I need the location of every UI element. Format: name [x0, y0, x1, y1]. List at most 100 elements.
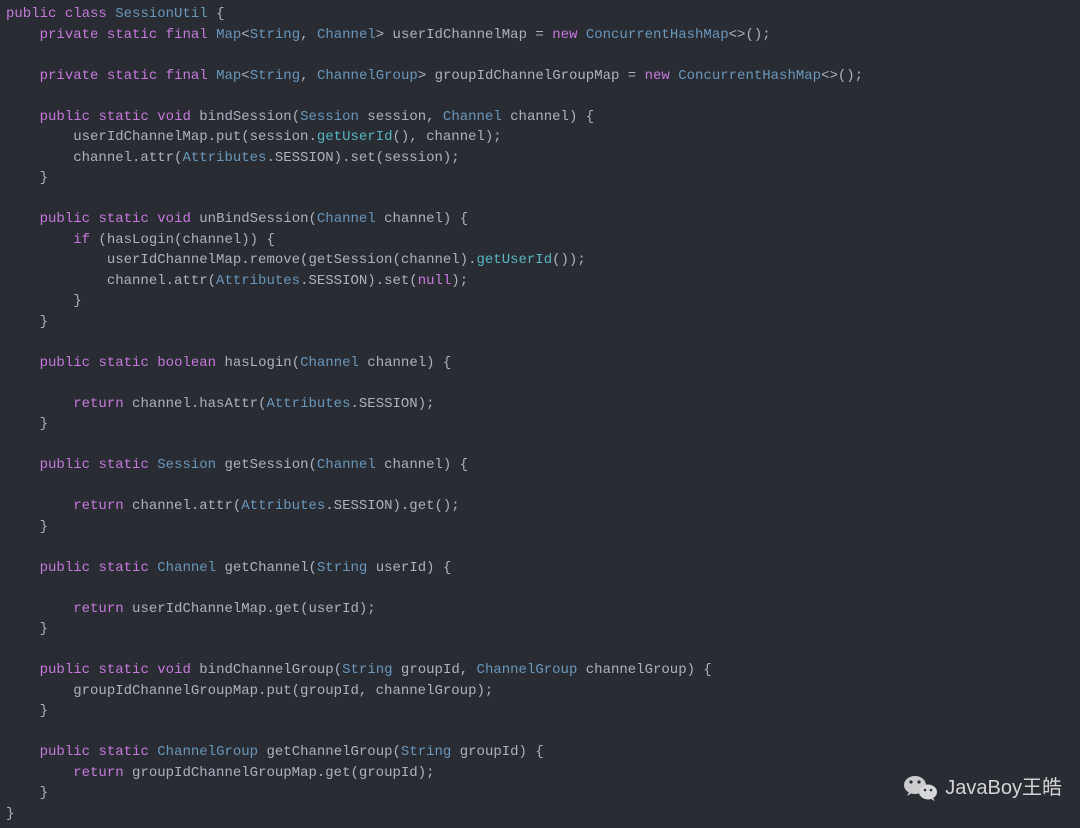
token-plain: [149, 662, 157, 678]
token-plain: [6, 601, 73, 617]
token-plain: [6, 211, 40, 227]
token-method: getUserId: [476, 252, 552, 268]
token-kw: final: [166, 68, 208, 84]
token-type: String: [317, 560, 367, 576]
token-plain: [6, 765, 73, 781]
token-plain: channel.attr(: [124, 498, 242, 514]
token-plain: bindSession(: [191, 109, 300, 125]
token-kw: return: [73, 765, 123, 781]
token-kw: static: [98, 560, 148, 576]
token-plain: [6, 662, 40, 678]
token-kw: public: [40, 662, 90, 678]
token-kw: static: [98, 457, 148, 473]
token-kw: return: [73, 601, 123, 617]
token-plain: [670, 68, 678, 84]
token-kw: null: [418, 273, 452, 289]
token-plain: [6, 232, 73, 248]
token-kw: static: [98, 744, 148, 760]
wechat-icon: [903, 773, 939, 803]
token-type: Attributes: [216, 273, 300, 289]
token-plain: [149, 211, 157, 227]
token-kw: static: [98, 211, 148, 227]
token-plain: groupIdChannelGroupMap.get(groupId);: [124, 765, 435, 781]
token-plain: }: [6, 519, 48, 535]
token-plain: }: [6, 314, 48, 330]
token-kw: void: [157, 211, 191, 227]
token-plain: > groupIdChannelGroupMap =: [418, 68, 645, 84]
token-plain: ());: [552, 252, 586, 268]
token-kw: final: [166, 27, 208, 43]
token-plain: [6, 355, 40, 371]
token-kw: public: [40, 109, 90, 125]
token-plain: [6, 396, 73, 412]
token-plain: {: [208, 6, 225, 22]
token-kw: public: [40, 457, 90, 473]
token-plain: > userIdChannelMap =: [376, 27, 552, 43]
token-plain: channel) {: [502, 109, 594, 125]
token-plain: [98, 68, 106, 84]
token-kw: new: [552, 27, 577, 43]
token-type: SessionUtil: [115, 6, 207, 22]
token-type: Channel: [300, 355, 359, 371]
token-type: Session: [157, 457, 216, 473]
token-plain: [6, 68, 40, 84]
token-plain: <>();: [821, 68, 863, 84]
token-type: Attributes: [241, 498, 325, 514]
token-kw: return: [73, 498, 123, 514]
token-plain: }: [6, 703, 48, 719]
token-kw: static: [98, 355, 148, 371]
token-plain: [157, 27, 165, 43]
token-type: Channel: [317, 457, 376, 473]
token-plain: [149, 355, 157, 371]
token-kw: public: [40, 744, 90, 760]
token-plain: groupId,: [393, 662, 477, 678]
token-kw: static: [107, 27, 157, 43]
token-plain: channelGroup) {: [577, 662, 711, 678]
token-plain: .SESSION).set(: [300, 273, 418, 289]
token-method: getUserId: [317, 129, 393, 145]
token-kw: return: [73, 396, 123, 412]
token-plain: <>();: [729, 27, 771, 43]
token-kw: static: [98, 109, 148, 125]
token-plain: channel.attr(: [6, 150, 182, 166]
token-plain: [6, 27, 40, 43]
token-kw: void: [157, 662, 191, 678]
token-plain: groupIdChannelGroupMap.put(groupId, chan…: [6, 683, 493, 699]
token-kw: private: [40, 68, 99, 84]
watermark-text: JavaBoy王皓: [945, 778, 1062, 799]
token-plain: [6, 744, 40, 760]
watermark: JavaBoy王皓: [903, 773, 1062, 803]
token-plain: [149, 560, 157, 576]
token-kw: public: [40, 211, 90, 227]
token-type: Channel: [157, 560, 216, 576]
token-plain: channel.hasAttr(: [124, 396, 267, 412]
token-kw: public: [40, 560, 90, 576]
token-plain: }: [6, 785, 48, 801]
token-type: String: [342, 662, 392, 678]
token-plain: <: [241, 68, 249, 84]
token-plain: }: [6, 170, 48, 186]
token-type: String: [250, 68, 300, 84]
token-plain: [149, 457, 157, 473]
token-plain: }: [6, 416, 48, 432]
token-kw: public: [40, 355, 90, 371]
token-plain: [6, 109, 40, 125]
token-plain: userIdChannelMap.put(session.: [6, 129, 317, 145]
token-plain: session,: [359, 109, 443, 125]
token-type: String: [401, 744, 451, 760]
token-plain: [107, 6, 115, 22]
token-kw: void: [157, 109, 191, 125]
token-type: ConcurrentHashMap: [678, 68, 821, 84]
token-plain: [208, 68, 216, 84]
token-plain: [6, 457, 40, 473]
token-kw: class: [65, 6, 107, 22]
token-plain: );: [451, 273, 468, 289]
token-plain: getChannel(: [216, 560, 317, 576]
token-type: Session: [300, 109, 359, 125]
token-kw: if: [73, 232, 90, 248]
token-plain: hasLogin(: [216, 355, 300, 371]
token-type: Map: [216, 27, 241, 43]
token-plain: }: [6, 806, 14, 822]
token-plain: channel) {: [376, 457, 468, 473]
token-type: Channel: [317, 211, 376, 227]
